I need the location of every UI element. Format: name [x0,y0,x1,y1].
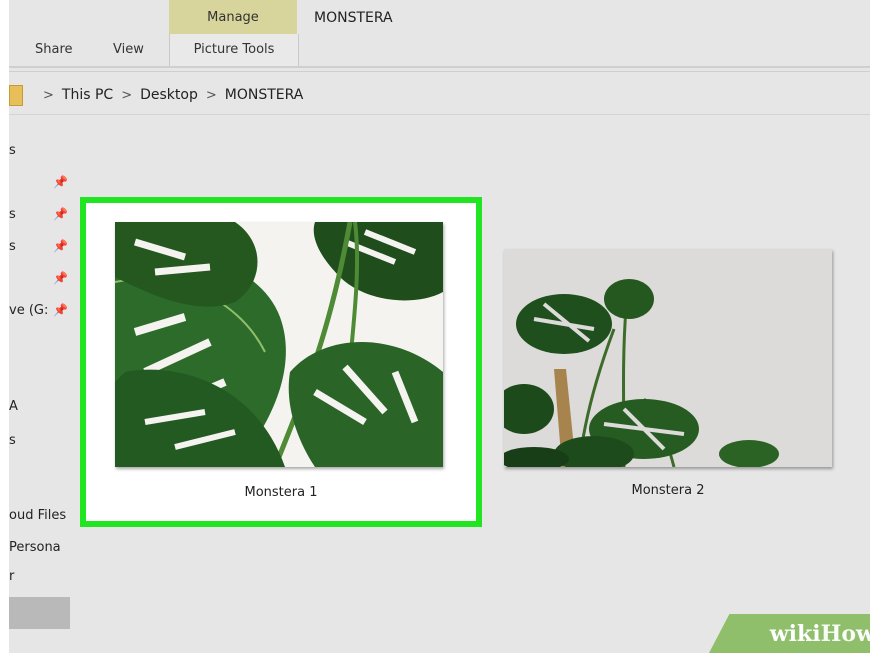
watermark-wiki: wiki [769,620,821,647]
manage-context-tab[interactable]: Manage [169,0,297,34]
breadcrumb-separator: > [121,87,133,103]
folder-icon [9,84,23,106]
nav-item-drive[interactable]: ve (G: [9,303,48,318]
file-explorer-window: Manage MONSTERA Share View Picture Tools… [9,0,870,653]
file-name-monstera-2[interactable]: Monstera 2 [504,483,832,498]
window-title: MONSTERA [314,10,393,26]
wikihow-watermark: wiki How [709,614,870,653]
tab-picture-tools[interactable]: Picture Tools [169,34,299,66]
nav-item[interactable]: A [9,399,18,414]
breadcrumb-desktop[interactable]: Desktop [140,87,198,103]
pin-icon[interactable]: 📌 [53,207,68,221]
ribbon-divider [9,66,870,68]
address-divider [9,114,870,115]
ribbon-divider-secondary [9,71,870,72]
watermark-how: How [820,620,870,647]
nav-item[interactable]: s [9,143,16,158]
nav-item[interactable]: r [9,569,14,584]
nav-selected-item[interactable] [9,597,70,629]
breadcrumb-monstera[interactable]: MONSTERA [225,87,304,103]
breadcrumb-this-pc[interactable]: This PC [62,87,113,103]
nav-item[interactable]: s [9,239,16,254]
tab-share[interactable]: Share [35,40,73,60]
file-tile-monstera-1[interactable]: Monstera 1 [80,197,482,527]
monstera-leaves-image [115,222,443,467]
file-name-monstera-1[interactable]: Monstera 1 [86,485,476,500]
nav-item[interactable]: s [9,433,16,448]
nav-item-personal[interactable]: Persona [9,540,61,555]
thumbnail-monstera-1 [115,222,443,467]
navigation-pane: s 📌 s 📌 s 📌 📌 ve (G: 📌 A s oud Files Per… [9,118,79,653]
pin-icon[interactable]: 📌 [53,175,68,189]
nav-item[interactable]: s [9,207,16,222]
tab-view[interactable]: View [113,40,144,60]
address-bar[interactable]: > This PC > Desktop > MONSTERA [9,80,870,110]
nav-item-cloud-files[interactable]: oud Files [9,508,66,523]
breadcrumb-separator: > [205,87,217,103]
thumbnail-monstera-2[interactable] [504,249,832,467]
pin-icon[interactable]: 📌 [53,239,68,253]
ribbon: Manage MONSTERA Share View Picture Tools [9,0,870,66]
pin-icon[interactable]: 📌 [53,271,68,285]
breadcrumb-separator: > [43,87,54,103]
pin-icon[interactable]: 📌 [53,303,68,317]
monstera-plant-image [504,249,832,467]
